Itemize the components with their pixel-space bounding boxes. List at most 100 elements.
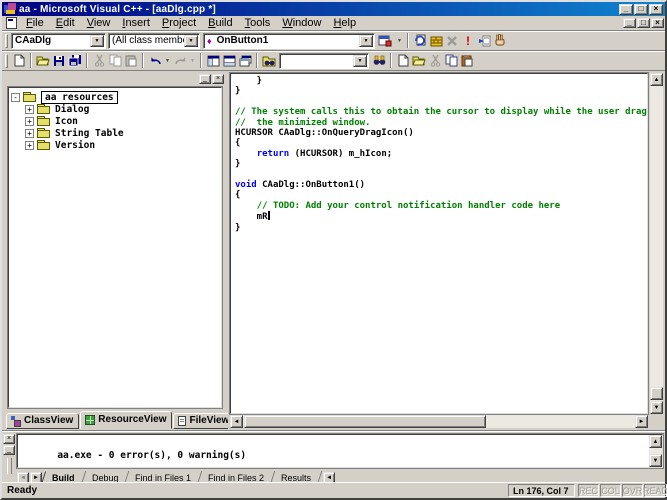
expand-icon[interactable]: + <box>25 141 34 150</box>
mdi-close-button[interactable]: × <box>651 18 664 28</box>
find-combo[interactable]: ▼ <box>279 53 369 69</box>
tree-item-label[interactable]: Icon <box>55 116 78 127</box>
extra-paste-button[interactable] <box>459 52 475 69</box>
tree-root-row[interactable]: - aa resources <box>11 91 219 103</box>
copy-icon <box>445 54 458 67</box>
insert-remove-breakpoint-button[interactable] <box>492 32 508 49</box>
scroll-left-icon[interactable]: ◄ <box>230 415 243 428</box>
menu-build[interactable]: Build <box>202 16 238 30</box>
find-in-files-button[interactable] <box>261 52 277 69</box>
redo-button[interactable] <box>172 52 188 69</box>
redo-dropdown-icon[interactable]: ▼ <box>188 52 197 69</box>
chevron-down-icon[interactable]: ▼ <box>90 35 104 47</box>
scroll-up-icon[interactable]: ▲ <box>649 435 662 448</box>
chevron-down-icon[interactable]: ▼ <box>353 55 367 67</box>
wizard-actions-button[interactable] <box>375 32 395 49</box>
tree-item-label[interactable]: Dialog <box>55 104 89 115</box>
open-button[interactable] <box>35 52 51 69</box>
tree-item-label[interactable]: String Table <box>55 128 124 139</box>
menu-file[interactable]: File <box>20 16 50 30</box>
menu-edit[interactable]: Edit <box>50 16 81 30</box>
class-combo[interactable]: CAaDlg ▼ <box>11 33 106 49</box>
minimize-button[interactable]: _ <box>619 4 633 15</box>
menu-help[interactable]: Help <box>327 16 362 30</box>
cut-button[interactable] <box>91 52 107 69</box>
code-area[interactable]: }} // The system calls this to obtain th… <box>230 73 648 414</box>
execute-program-button[interactable]: ! <box>460 32 476 49</box>
output-pane-side-grip[interactable]: × _ <box>3 434 16 470</box>
mdi-restore-button[interactable]: □ <box>637 18 650 28</box>
chevron-down-icon[interactable]: ▼ <box>359 35 373 47</box>
mdi-minimize-button[interactable]: _ <box>623 18 636 28</box>
editor-horizontal-scrollbar[interactable]: ◄ ► <box>230 415 648 428</box>
compile-icon <box>414 34 427 47</box>
output-pin-button[interactable]: _ <box>3 445 15 455</box>
close-button[interactable]: × <box>649 4 663 15</box>
save-button[interactable] <box>51 52 67 69</box>
expand-icon[interactable]: + <box>25 117 34 126</box>
build-button[interactable] <box>428 32 444 49</box>
dock-pin-button[interactable]: _ <box>199 74 211 84</box>
workspace-toggle-button[interactable] <box>205 52 221 69</box>
expand-icon[interactable]: + <box>25 105 34 114</box>
menu-tools[interactable]: Tools <box>239 16 277 30</box>
search-button[interactable] <box>371 52 387 69</box>
output-close-button[interactable]: × <box>3 434 15 444</box>
compile-button[interactable] <box>412 32 428 49</box>
tree-root-label[interactable]: aa resources <box>41 91 118 104</box>
tab-resourceview[interactable]: ResourceView <box>80 411 172 429</box>
output-toggle-button[interactable] <box>221 52 237 69</box>
menu-project[interactable]: Project <box>156 16 202 30</box>
tree-item-version[interactable]: + Version <box>11 139 219 151</box>
menubar: File Edit View Insert Project Build Tool… <box>2 16 665 31</box>
new-text-file-button[interactable] <box>11 52 27 69</box>
paste-button[interactable] <box>123 52 139 69</box>
editor-vertical-scrollbar[interactable]: ▲ ▼ <box>650 73 663 414</box>
expand-icon[interactable]: + <box>25 129 34 138</box>
scroll-right-icon[interactable]: ► <box>635 415 648 428</box>
scrollbar-thumb[interactable] <box>244 415 486 428</box>
build-output-text[interactable]: aa.exe - 0 error(s), 0 warning(s) <box>17 434 663 468</box>
output-vertical-scrollbar[interactable]: ▲ ▼ <box>649 435 662 467</box>
wizard-dropdown-icon[interactable]: ▼ <box>395 32 404 49</box>
window-list-button[interactable] <box>237 52 253 69</box>
undo-button[interactable] <box>147 52 163 69</box>
indicator-col: COL <box>600 484 621 497</box>
tab-fileview[interactable]: FileView <box>173 413 235 429</box>
menu-view[interactable]: View <box>81 16 117 30</box>
copy-button[interactable] <box>107 52 123 69</box>
collapse-icon[interactable]: - <box>11 93 20 102</box>
dock-gripper[interactable] <box>7 458 12 474</box>
toolbar-gripper[interactable] <box>5 54 8 68</box>
workspace-close-button[interactable]: × <box>212 74 224 84</box>
go-button[interactable] <box>476 32 492 49</box>
scroll-down-icon[interactable]: ▼ <box>649 454 662 467</box>
function-combo[interactable]: ♦ OnButton1 ▼ <box>203 33 375 49</box>
extra-copy-button[interactable] <box>443 52 459 69</box>
menu-window[interactable]: Window <box>276 16 327 30</box>
members-filter-combo[interactable]: (All class members) ▼ <box>108 33 200 49</box>
menu-insert[interactable]: Insert <box>116 16 156 30</box>
extra-open-button[interactable] <box>411 52 427 69</box>
workspace-pane-header[interactable]: _ × <box>6 73 224 85</box>
scrollbar-thumb[interactable] <box>650 387 663 400</box>
toolbar-gripper[interactable] <box>5 34 8 48</box>
tree-item-label[interactable]: Version <box>55 140 95 151</box>
extra-cut-button[interactable] <box>427 52 443 69</box>
chevron-down-icon[interactable]: ▼ <box>184 35 198 47</box>
stop-build-button[interactable] <box>444 32 460 49</box>
wizard-bar: CAaDlg ▼ (All class members) ▼ ♦ OnButto… <box>2 31 665 51</box>
open-folder-icon <box>412 55 426 66</box>
restore-button[interactable]: □ <box>634 4 648 15</box>
tree-item-string-table[interactable]: + String Table <box>11 127 219 139</box>
separator <box>256 53 258 68</box>
tree-item-icon[interactable]: + Icon <box>11 115 219 127</box>
save-all-button[interactable] <box>67 52 83 69</box>
mdi-document-icon[interactable] <box>6 17 17 29</box>
tree-item-dialog[interactable]: + Dialog <box>11 103 219 115</box>
scroll-up-icon[interactable]: ▲ <box>650 73 663 86</box>
tab-classview[interactable]: ClassView <box>6 413 79 429</box>
undo-dropdown-icon[interactable]: ▼ <box>163 52 172 69</box>
extra-new-button[interactable] <box>395 52 411 69</box>
scroll-down-icon[interactable]: ▼ <box>650 401 663 414</box>
